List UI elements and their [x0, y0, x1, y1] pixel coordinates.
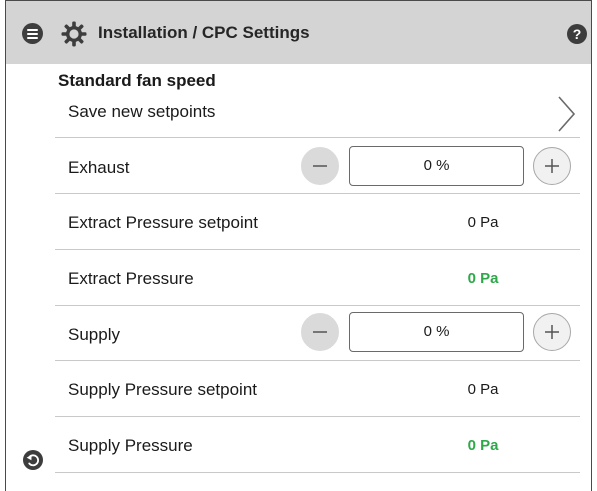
supply-decrease-button[interactable] [301, 313, 339, 351]
chevron-right-icon [558, 96, 576, 132]
exhaust-increase-button[interactable] [533, 147, 571, 185]
app-window: Installation / CPC Settings ? Standard f… [0, 0, 597, 491]
supply-pressure-value: 0 Pa [467, 437, 499, 454]
back-arrow-icon[interactable] [23, 450, 43, 470]
help-icon[interactable]: ? [567, 24, 587, 44]
frame-border-right [591, 64, 592, 491]
exhaust-value-field[interactable]: 0 % [349, 146, 524, 186]
extract-pressure-label: Extract Pressure [68, 269, 194, 288]
exhaust-label: Exhaust [68, 158, 130, 177]
exhaust-decrease-button[interactable] [301, 147, 339, 185]
back-arrow-glyph [26, 454, 40, 467]
section-title: Standard fan speed [58, 71, 216, 90]
supply-value-field[interactable]: 0 % [349, 312, 524, 352]
minus-icon [313, 165, 327, 167]
divider [55, 472, 580, 473]
divider [55, 360, 580, 361]
supply-pressure-label: Supply Pressure [68, 436, 193, 455]
divider [55, 305, 580, 306]
frame-border-left [5, 64, 6, 491]
save-setpoints-label: Save new setpoints [68, 102, 216, 121]
plus-icon [545, 325, 559, 339]
title-bar: Installation / CPC Settings ? [5, 0, 592, 64]
minus-icon [313, 331, 327, 333]
supply-increase-button[interactable] [533, 313, 571, 351]
supply-label: Supply [68, 325, 120, 344]
gear-icon [61, 21, 87, 47]
extract-setpoint-value: 0 Pa [467, 214, 499, 231]
save-setpoints-row[interactable]: Save new setpoints [55, 92, 580, 138]
page-title: Installation / CPC Settings [98, 23, 310, 42]
menu-icon[interactable] [22, 23, 43, 44]
extract-setpoint-label: Extract Pressure setpoint [68, 213, 258, 232]
divider [55, 249, 580, 250]
supply-setpoint-value: 0 Pa [467, 381, 499, 398]
plus-icon [545, 159, 559, 173]
divider [55, 416, 580, 417]
divider [55, 193, 580, 194]
extract-pressure-value: 0 Pa [467, 270, 499, 287]
divider [55, 137, 580, 138]
supply-setpoint-label: Supply Pressure setpoint [68, 380, 257, 399]
